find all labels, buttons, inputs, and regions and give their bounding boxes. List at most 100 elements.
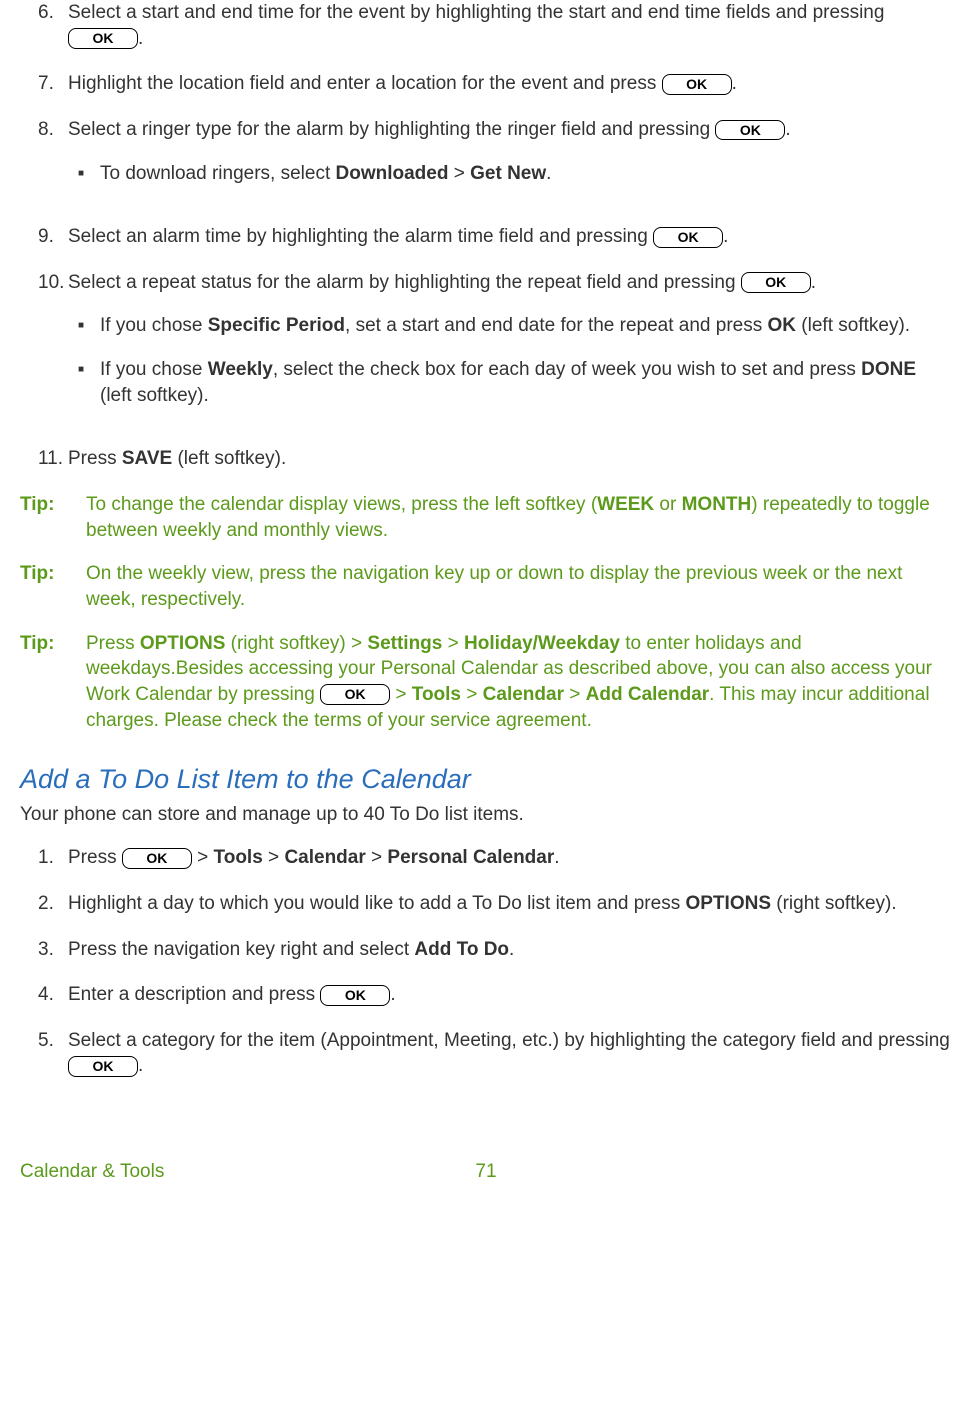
bold: Settings [367,633,442,654]
text: . [138,1055,143,1076]
step-content: Highlight the location field and enter a… [68,71,952,97]
text: Select an alarm time by highlighting the… [68,226,653,247]
text: . [785,119,790,140]
step-number: 5. [20,1028,68,1079]
bold: MONTH [682,494,752,515]
text: or [654,494,681,515]
text: (right softkey). [771,893,897,914]
text: On the weekly view, press the navigation… [86,563,902,610]
step-number: 1. [20,845,68,871]
text: . [390,984,395,1005]
step-content: Select an alarm time by highlighting the… [68,224,952,250]
bold: Calendar [284,847,365,868]
text: Enter a description and press [68,984,320,1005]
bold: OK [768,315,797,336]
ok-key-icon: OK [320,684,390,705]
text: . [732,73,737,94]
bold: Calendar [483,684,564,705]
text: > [442,633,464,654]
step-6: 6. Select a start and end time for the e… [20,0,952,51]
step-b4: 4. Enter a description and press OK. [20,982,952,1008]
sub-list: ■ If you chose Specific Period, set a st… [68,313,952,408]
tip-3: Tip: Press OPTIONS (right softkey) > Set… [20,631,952,734]
bold: Tools [412,684,461,705]
ordered-list-a: 6. Select a start and end time for the e… [20,0,952,472]
sub-content: If you chose Specific Period, set a star… [100,313,952,339]
ok-key-icon: OK [122,848,192,869]
bold: Tools [214,847,263,868]
text: , set a start and end date for the repea… [345,315,768,336]
section-intro: Your phone can store and manage up to 40… [20,802,952,828]
text: > [366,847,388,868]
text: . [723,226,728,247]
text: . [554,847,559,868]
bullet-marker: ■ [68,161,100,187]
sub-item: ■ If you chose Weekly, select the check … [68,357,952,408]
step-number: 7. [20,71,68,97]
step-content: Press SAVE (left softkey). [68,446,952,472]
bold: Get New [470,163,546,184]
step-content: Enter a description and press OK. [68,982,952,1008]
step-b2: 2. Highlight a day to which you would li… [20,891,952,917]
ok-key-icon: OK [662,74,732,95]
ok-key-icon: OK [715,120,785,141]
tip-content: To change the calendar display views, pr… [86,492,952,543]
tip-2: Tip: On the weekly view, press the navig… [20,561,952,612]
step-7: 7. Highlight the location field and ente… [20,71,952,97]
step-8: 8. Select a ringer type for the alarm by… [20,117,952,204]
step-number: 2. [20,891,68,917]
text: To download ringers, select [100,163,336,184]
step-content: Select a start and end time for the even… [68,0,952,51]
step-b3: 3. Press the navigation key right and se… [20,937,952,963]
tip-label: Tip: [20,631,86,734]
text: (left softkey). [172,448,286,469]
sub-list: ■ To download ringers, select Downloaded… [68,161,952,187]
page-footer: Calendar & Tools 71 [20,1159,952,1183]
bold: WEEK [597,494,654,515]
text: > [461,684,483,705]
section-heading: Add a To Do List Item to the Calendar [20,761,952,797]
footer-page-number: 71 [475,1159,496,1185]
bold: Personal Calendar [387,847,554,868]
step-number: 8. [20,117,68,204]
sub-content: To download ringers, select Downloaded >… [100,161,952,187]
ok-key-icon: OK [68,28,138,49]
bold: Add To Do [414,939,509,960]
text: Press [86,633,140,654]
step-number: 3. [20,937,68,963]
sub-content: If you chose Weekly, select the check bo… [100,357,952,408]
text: > [192,847,214,868]
ok-key-icon: OK [68,1056,138,1077]
text: To change the calendar display views, pr… [86,494,597,515]
footer-section: Calendar & Tools [20,1159,164,1185]
step-number: 9. [20,224,68,250]
text: > [263,847,285,868]
text: > [390,684,412,705]
tip-content: On the weekly view, press the navigation… [86,561,952,612]
step-b5: 5. Select a category for the item (Appoi… [20,1028,952,1079]
bold: Add Calendar [586,684,710,705]
step-number: 4. [20,982,68,1008]
sub-item: ■ To download ringers, select Downloaded… [68,161,952,187]
text: (left softkey). [100,385,209,406]
step-number: 11. [20,446,68,472]
tip-content: Press OPTIONS (right softkey) > Settings… [86,631,952,734]
step-number: 6. [20,0,68,51]
text: > [564,684,586,705]
text: , select the check box for each day of w… [273,359,861,380]
text: Press the navigation key right and selec… [68,939,414,960]
bold: Specific Period [208,315,345,336]
step-10: 10. Select a repeat status for the alarm… [20,270,952,427]
ok-key-icon: OK [320,985,390,1006]
text: If you chose [100,315,208,336]
sub-item: ■ If you chose Specific Period, set a st… [68,313,952,339]
ordered-list-b: 1. Press OK > Tools > Calendar > Persona… [20,845,952,1079]
bold: OPTIONS [140,633,226,654]
bold: Weekly [208,359,273,380]
text: Highlight the location field and enter a… [68,73,662,94]
ok-key-icon: OK [653,227,723,248]
step-content: Select a category for the item (Appointm… [68,1028,952,1079]
text: . [138,28,143,49]
step-content: Highlight a day to which you would like … [68,891,952,917]
step-content: Select a repeat status for the alarm by … [68,270,952,427]
